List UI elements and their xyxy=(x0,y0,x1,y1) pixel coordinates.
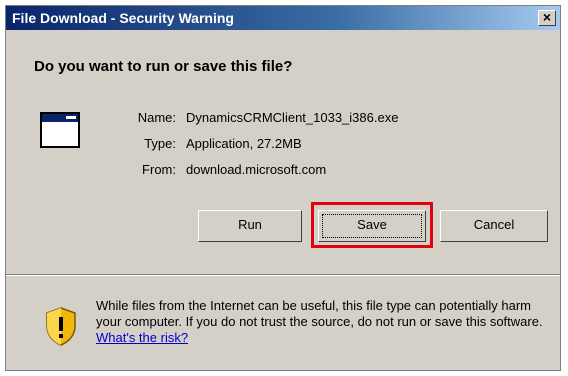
save-highlight-box xyxy=(311,202,433,248)
warning-message: While files from the Internet can be use… xyxy=(96,298,556,346)
application-window-icon xyxy=(40,112,80,148)
whats-the-risk-link[interactable]: What's the risk? xyxy=(96,330,188,345)
name-label: Name: xyxy=(137,110,176,125)
question-heading: Do you want to run or save this file? xyxy=(34,58,293,75)
divider xyxy=(6,274,560,276)
from-value: download.microsoft.com xyxy=(186,162,327,177)
window-title: File Download - Security Warning xyxy=(12,10,234,26)
type-value: Application, 27.2MB xyxy=(186,136,302,151)
warning-text: While files from the Internet can be use… xyxy=(96,298,543,329)
from-label: From: xyxy=(142,162,176,177)
close-button[interactable]: × xyxy=(538,10,556,26)
security-shield-icon xyxy=(46,307,76,346)
run-button[interactable]: Run xyxy=(198,210,302,242)
type-label: Type: xyxy=(144,136,176,151)
name-value: DynamicsCRMClient_1033_i386.exe xyxy=(186,110,399,125)
security-warning-dialog: File Download - Security Warning × Do yo… xyxy=(5,5,561,371)
title-bar[interactable]: File Download - Security Warning × xyxy=(6,6,560,30)
cancel-button[interactable]: Cancel xyxy=(440,210,548,242)
